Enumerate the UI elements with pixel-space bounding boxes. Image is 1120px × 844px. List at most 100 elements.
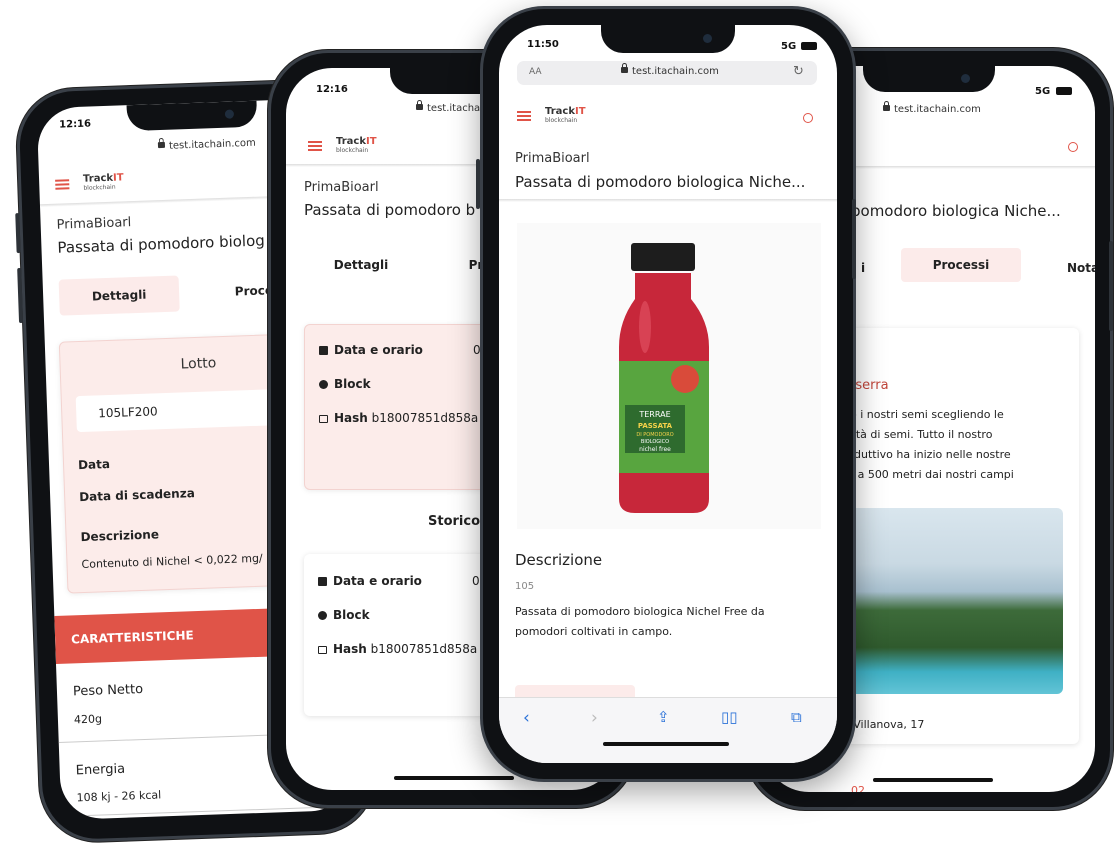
date-time-row: Data e orario xyxy=(318,574,422,588)
date-time-label: Data e orario xyxy=(333,574,422,588)
logo: TrackIT blockchain xyxy=(545,107,586,125)
bottle-brand: TERRAE xyxy=(638,410,670,419)
text-size-button[interactable]: AA xyxy=(529,67,542,77)
energy-label: Energia xyxy=(75,761,126,779)
date-time-label: Data e orario xyxy=(334,343,423,357)
lock-icon xyxy=(157,141,166,149)
url-field[interactable]: AA test.itachain.com ↻ xyxy=(517,61,817,85)
lot-heading: Lotto xyxy=(180,355,217,373)
block-icon xyxy=(319,380,328,389)
company-name: PrimaBioarl xyxy=(304,180,379,195)
weight-label: Peso Netto xyxy=(72,681,144,700)
process-text-line: te a 500 metri dai nostri campi xyxy=(843,468,1014,481)
process-text-line: roduttivo ha inizio nelle nostre xyxy=(843,448,1011,461)
characteristics-label: CARATTERISTICHE xyxy=(70,628,194,647)
block-row: Block xyxy=(318,608,370,622)
forward-icon[interactable]: › xyxy=(591,708,598,728)
company-name: PrimaBioarl xyxy=(515,151,590,166)
lock-icon xyxy=(883,101,890,111)
greenhouse-image xyxy=(843,508,1063,694)
language-icon[interactable] xyxy=(803,113,813,123)
block-label: Block xyxy=(334,377,371,391)
description-heading: Descrizione xyxy=(515,551,603,569)
url-text: test.itachain.com xyxy=(894,104,981,115)
header-divider xyxy=(499,199,837,202)
language-icon[interactable] xyxy=(1068,142,1078,152)
logo: TrackIT blockchain xyxy=(83,172,124,192)
url-text-wrap: test.itachain.com xyxy=(621,63,719,77)
side-button xyxy=(17,267,24,324)
reload-icon[interactable]: ↻ xyxy=(793,64,804,79)
tab-processes[interactable]: Processi xyxy=(901,248,1021,282)
menu-icon[interactable] xyxy=(308,141,322,151)
product-bottle-image: TERRAE PASSATA DI POMODORO BIOLOGICO nic… xyxy=(619,243,709,513)
bottle-label-1: PASSATA xyxy=(638,422,673,430)
expiry-label: Data di scadenza xyxy=(78,486,196,505)
lock-icon xyxy=(621,63,628,73)
bottle-label-4: nichel free xyxy=(639,446,671,453)
camera xyxy=(224,109,235,119)
home-indicator xyxy=(873,778,993,782)
status-time: 12:16 xyxy=(316,84,348,95)
side-button xyxy=(852,199,856,279)
product-title: Passata di pomodoro biolog xyxy=(57,231,266,257)
hash-label: Hash xyxy=(334,411,368,425)
url-text: test.itachain.com xyxy=(168,137,256,152)
side-button xyxy=(476,159,480,209)
menu-icon[interactable] xyxy=(517,111,531,121)
date-time-value: 0 xyxy=(472,574,480,588)
process-text-line: alità di semi. Tutto il nostro xyxy=(843,428,993,441)
url-bar[interactable]: test.itachain.com xyxy=(883,101,981,115)
tabs-icon[interactable]: ⧉ xyxy=(791,708,802,726)
hash-value[interactable]: b18007851d858a xyxy=(372,411,479,425)
back-icon[interactable]: ‹ xyxy=(523,708,530,728)
product-title: Passata di pomodoro b xyxy=(304,201,476,219)
block-icon xyxy=(318,611,327,620)
logo-tagline: blockchain xyxy=(83,183,116,192)
url-bar[interactable]: test.itachain.com xyxy=(157,137,256,152)
battery-icon xyxy=(801,42,817,50)
lock-icon xyxy=(416,100,423,110)
process-text-line: no i nostri semi scegliendo le xyxy=(843,408,1004,421)
company-name: PrimaBioarl xyxy=(56,215,132,233)
status-time: 12:16 xyxy=(59,118,92,131)
tab-details[interactable]: Dettagli xyxy=(316,250,406,280)
process-number: 02 xyxy=(851,784,865,792)
process-card: n serra no i nostri semi scegliendo le a… xyxy=(843,328,1079,744)
block-row: Block xyxy=(319,377,371,391)
product-title: Passata di pomodoro biologica Niche... xyxy=(515,173,806,191)
description-value: Contenuto di Nichel < 0,022 mg/ xyxy=(81,551,263,572)
calendar-icon xyxy=(318,577,327,586)
phone-front: 11:50 5G AA test.itachain.com ↻ TrackIT b… xyxy=(476,6,856,782)
side-button xyxy=(1109,241,1113,331)
hash-value[interactable]: b18007851d858a xyxy=(371,642,478,656)
tab-notes[interactable]: Nota xyxy=(1053,250,1095,286)
date-time-row: Data e orario xyxy=(319,343,423,357)
home-indicator xyxy=(603,742,729,746)
camera xyxy=(961,74,970,83)
network-indicator: 5G xyxy=(781,41,797,52)
calendar-icon xyxy=(319,346,328,355)
url-text: test.itachain.com xyxy=(632,66,719,77)
home-indicator xyxy=(394,776,514,780)
hash-icon xyxy=(319,415,328,423)
divider xyxy=(61,805,354,817)
phone-front-screen: 11:50 5G AA test.itachain.com ↻ TrackIT b… xyxy=(499,25,837,763)
date-label: Data xyxy=(77,457,111,473)
ios-toolbar: ‹ › ⇪ ▯▯ ⧉ xyxy=(499,697,837,763)
notch xyxy=(126,100,258,132)
energy-value: 108 kj - 26 kcal xyxy=(76,788,162,805)
bottle-label-2: DI POMODORO xyxy=(636,432,673,438)
tab-details[interactable]: Dettagli xyxy=(58,275,180,316)
hash-row: Hash b18007851d858a xyxy=(319,411,478,425)
share-icon[interactable]: ⇪ xyxy=(657,708,670,726)
menu-icon[interactable] xyxy=(55,179,70,190)
tab-details[interactable]: i xyxy=(853,250,873,286)
history-heading: Storico xyxy=(428,514,481,529)
status-time: 11:50 xyxy=(527,39,559,50)
notch xyxy=(863,66,995,92)
description-line: Passata di pomodoro biologica Nichel Fre… xyxy=(515,605,765,618)
hash-icon xyxy=(318,646,327,654)
bookmarks-icon[interactable]: ▯▯ xyxy=(721,708,738,726)
description-line: pomodori coltivati in campo. xyxy=(515,625,673,638)
